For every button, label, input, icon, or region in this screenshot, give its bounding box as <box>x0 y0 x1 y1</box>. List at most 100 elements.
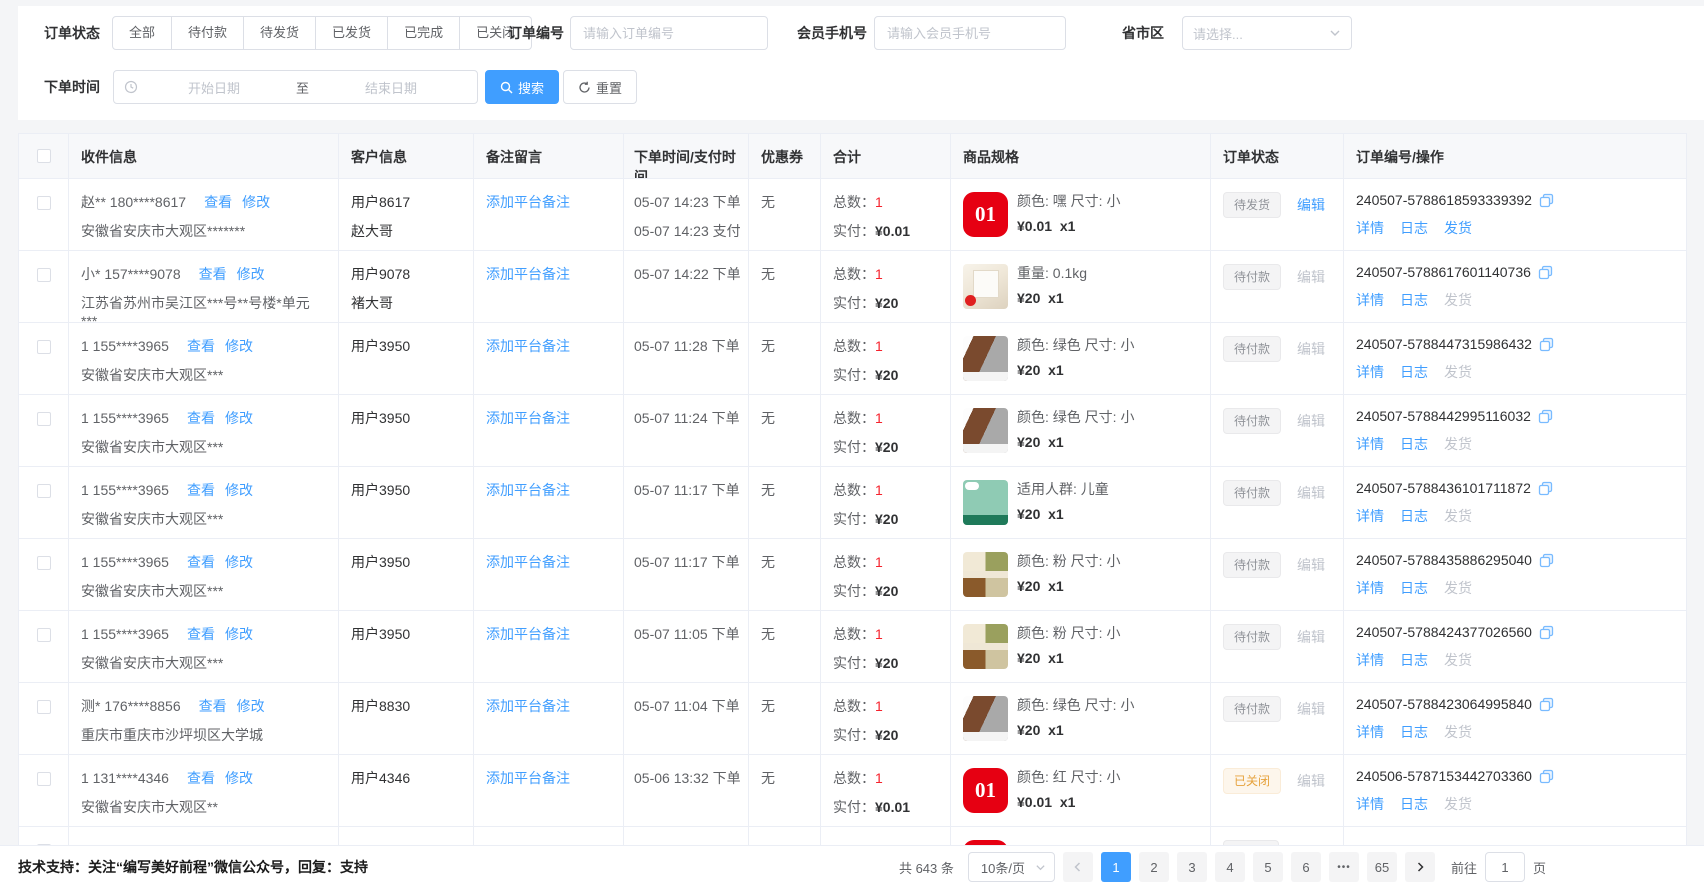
view-address-link[interactable]: 查看 <box>187 770 215 786</box>
next-page-button[interactable] <box>1405 852 1435 882</box>
page-button-5[interactable]: 5 <box>1253 852 1283 882</box>
row-checkbox[interactable] <box>37 772 51 786</box>
order-no-input[interactable] <box>570 16 768 50</box>
ship-link[interactable]: 发货 <box>1444 220 1472 236</box>
add-platform-note-link[interactable]: 添加平台备注 <box>486 410 570 426</box>
view-address-link[interactable]: 查看 <box>187 554 215 570</box>
edit-order-button[interactable]: 编辑 <box>1297 341 1325 357</box>
log-link[interactable]: 日志 <box>1400 364 1428 380</box>
phone-input[interactable] <box>874 16 1066 50</box>
goto-page-input[interactable] <box>1485 852 1525 882</box>
detail-link[interactable]: 详情 <box>1356 652 1384 668</box>
log-link[interactable]: 日志 <box>1400 580 1428 596</box>
copy-icon[interactable] <box>1539 697 1554 712</box>
copy-icon[interactable] <box>1539 625 1554 640</box>
view-address-link[interactable]: 查看 <box>187 482 215 498</box>
status-filter-pending-payment[interactable]: 待付款 <box>172 16 244 50</box>
ship-link[interactable]: 发货 <box>1444 364 1472 380</box>
row-checkbox[interactable] <box>37 628 51 642</box>
prev-page-button[interactable] <box>1063 852 1093 882</box>
start-date-input[interactable]: 开始日期 <box>138 78 290 97</box>
row-checkbox[interactable] <box>37 412 51 426</box>
log-link[interactable]: 日志 <box>1400 436 1428 452</box>
view-address-link[interactable]: 查看 <box>199 698 227 714</box>
ship-link[interactable]: 发货 <box>1444 508 1472 524</box>
date-range-picker[interactable]: 开始日期 至 结束日期 <box>113 70 478 104</box>
copy-icon[interactable] <box>1539 193 1554 208</box>
detail-link[interactable]: 详情 <box>1356 724 1384 740</box>
edit-order-button[interactable]: 编辑 <box>1297 485 1325 501</box>
row-checkbox[interactable] <box>37 556 51 570</box>
page-button-6[interactable]: 6 <box>1291 852 1321 882</box>
region-select[interactable]: 请选择... <box>1182 16 1352 50</box>
log-link[interactable]: 日志 <box>1400 724 1428 740</box>
status-filter-shipped[interactable]: 已发货 <box>316 16 388 50</box>
ship-link[interactable]: 发货 <box>1444 724 1472 740</box>
edit-order-button[interactable]: 编辑 <box>1297 557 1325 573</box>
ship-link[interactable]: 发货 <box>1444 796 1472 812</box>
view-address-link[interactable]: 查看 <box>199 266 227 282</box>
add-platform-note-link[interactable]: 添加平台备注 <box>486 482 570 498</box>
copy-icon[interactable] <box>1538 265 1553 280</box>
detail-link[interactable]: 详情 <box>1356 436 1384 452</box>
modify-address-link[interactable]: 修改 <box>225 770 253 786</box>
view-address-link[interactable]: 查看 <box>187 410 215 426</box>
modify-address-link[interactable]: 修改 <box>225 410 253 426</box>
search-button[interactable]: 搜索 <box>485 70 559 104</box>
page-button-3[interactable]: 3 <box>1177 852 1207 882</box>
add-platform-note-link[interactable]: 添加平台备注 <box>486 554 570 570</box>
log-link[interactable]: 日志 <box>1400 796 1428 812</box>
modify-address-link[interactable]: 修改 <box>237 698 265 714</box>
copy-icon[interactable] <box>1539 769 1554 784</box>
copy-icon[interactable] <box>1539 337 1554 352</box>
edit-order-button[interactable]: 编辑 <box>1297 701 1325 717</box>
edit-order-button[interactable]: 编辑 <box>1297 773 1325 789</box>
page-button-4[interactable]: 4 <box>1215 852 1245 882</box>
modify-address-link[interactable]: 修改 <box>225 338 253 354</box>
add-platform-note-link[interactable]: 添加平台备注 <box>486 266 570 282</box>
add-platform-note-link[interactable]: 添加平台备注 <box>486 770 570 786</box>
view-address-link[interactable]: 查看 <box>187 626 215 642</box>
view-address-link[interactable]: 查看 <box>204 194 232 210</box>
ship-link[interactable]: 发货 <box>1444 580 1472 596</box>
modify-address-link[interactable]: 修改 <box>225 482 253 498</box>
row-checkbox[interactable] <box>37 700 51 714</box>
copy-icon[interactable] <box>1538 481 1553 496</box>
row-checkbox[interactable] <box>37 340 51 354</box>
status-filter-completed[interactable]: 已完成 <box>388 16 460 50</box>
status-filter-pending-shipment[interactable]: 待发货 <box>244 16 316 50</box>
ship-link[interactable]: 发货 <box>1444 436 1472 452</box>
log-link[interactable]: 日志 <box>1400 292 1428 308</box>
page-button-2[interactable]: 2 <box>1139 852 1169 882</box>
end-date-input[interactable]: 结束日期 <box>315 78 467 97</box>
log-link[interactable]: 日志 <box>1400 652 1428 668</box>
log-link[interactable]: 日志 <box>1400 220 1428 236</box>
edit-order-button[interactable]: 编辑 <box>1297 197 1325 213</box>
row-checkbox[interactable] <box>37 196 51 210</box>
page-button-1[interactable]: 1 <box>1101 852 1131 882</box>
reset-button[interactable]: 重置 <box>563 70 637 104</box>
select-all-checkbox[interactable] <box>37 149 51 163</box>
ship-link[interactable]: 发货 <box>1444 292 1472 308</box>
page-size-select[interactable]: 10条/页 <box>968 852 1055 882</box>
add-platform-note-link[interactable]: 添加平台备注 <box>486 626 570 642</box>
view-address-link[interactable]: 查看 <box>187 338 215 354</box>
edit-order-button[interactable]: 编辑 <box>1297 269 1325 285</box>
detail-link[interactable]: 详情 <box>1356 292 1384 308</box>
more-pages-button[interactable]: ••• <box>1329 852 1359 882</box>
modify-address-link[interactable]: 修改 <box>225 626 253 642</box>
modify-address-link[interactable]: 修改 <box>242 194 270 210</box>
add-platform-note-link[interactable]: 添加平台备注 <box>486 194 570 210</box>
detail-link[interactable]: 详情 <box>1356 364 1384 380</box>
row-checkbox[interactable] <box>37 268 51 282</box>
page-button-last[interactable]: 65 <box>1367 852 1397 882</box>
edit-order-button[interactable]: 编辑 <box>1297 629 1325 645</box>
copy-icon[interactable] <box>1539 553 1554 568</box>
status-filter-all[interactable]: 全部 <box>112 16 172 50</box>
log-link[interactable]: 日志 <box>1400 508 1428 524</box>
row-checkbox[interactable] <box>37 484 51 498</box>
copy-icon[interactable] <box>1538 409 1553 424</box>
add-platform-note-link[interactable]: 添加平台备注 <box>486 698 570 714</box>
detail-link[interactable]: 详情 <box>1356 796 1384 812</box>
add-platform-note-link[interactable]: 添加平台备注 <box>486 338 570 354</box>
